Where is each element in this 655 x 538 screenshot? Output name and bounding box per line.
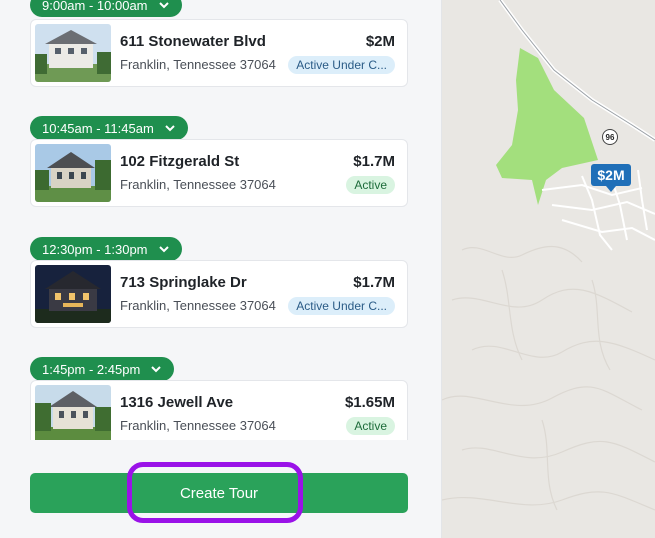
status-badge: Active Under C... <box>288 296 395 315</box>
time-slot-selector-1[interactable]: 9:00am - 10:00am <box>30 0 182 17</box>
listing-photo <box>35 144 111 202</box>
chevron-down-icon <box>158 246 169 253</box>
status-badge: Active <box>346 416 395 435</box>
listing-photo <box>35 385 111 443</box>
time-slot-selector-4[interactable]: 1:45pm - 2:45pm <box>30 357 175 381</box>
listing-address: 713 Springlake Dr <box>120 273 247 291</box>
time-slot-selector-3[interactable]: 12:30pm - 1:30pm <box>30 237 182 261</box>
time-slot-label: 1:45pm - 2:45pm <box>42 361 141 377</box>
listing-photo <box>35 24 111 82</box>
status-badge: Active Under C... <box>288 55 395 74</box>
status-badge: Active <box>346 175 395 194</box>
time-slot-selector-2[interactable]: 10:45am - 11:45am <box>30 116 188 140</box>
route-shield-icon: 96 <box>602 129 618 145</box>
time-slot-label: 10:45am - 11:45am <box>42 120 154 136</box>
listing-price: $1.7M <box>353 152 395 170</box>
listing-city: Franklin, Tennessee 37064 <box>120 177 276 192</box>
listing-price: $1.65M <box>344 393 395 411</box>
listing-card-3[interactable]: 713 Springlake Dr $1.7M Franklin, Tennes… <box>30 260 408 328</box>
listing-card-2[interactable]: 102 Fitzgerald St $1.7M Franklin, Tennes… <box>30 139 408 207</box>
listing-photo <box>35 265 111 323</box>
listing-city: Franklin, Tennessee 37064 <box>120 57 276 72</box>
chevron-down-icon <box>151 366 161 373</box>
listing-card-4[interactable]: 1316 Jewell Ave $1.65M Franklin, Tenness… <box>30 380 408 448</box>
chevron-down-icon <box>158 2 169 9</box>
time-slot-label: 12:30pm - 1:30pm <box>42 241 148 257</box>
listing-city: Franklin, Tennessee 37064 <box>120 418 276 433</box>
tour-stops-panel: 9:00am - 10:00am 611 Stonewater Blvd $2M… <box>0 0 441 538</box>
listing-card-1[interactable]: 611 Stonewater Blvd $2M Franklin, Tennes… <box>30 19 408 87</box>
time-slot-label: 9:00am - 10:00am <box>42 0 148 13</box>
chevron-down-icon <box>165 125 175 132</box>
create-tour-button[interactable]: Create Tour <box>30 473 408 513</box>
listing-address: 611 Stonewater Blvd <box>120 32 266 50</box>
map-price-marker[interactable]: $2M <box>591 164 631 192</box>
map-canvas <box>442 0 655 538</box>
listing-address: 1316 Jewell Ave <box>120 393 234 411</box>
map-view[interactable]: 96 <box>442 0 655 538</box>
listing-price: $2M <box>365 32 395 50</box>
listing-price: $1.7M <box>353 273 395 291</box>
listing-city: Franklin, Tennessee 37064 <box>120 298 276 313</box>
listing-address: 102 Fitzgerald St <box>120 152 240 170</box>
